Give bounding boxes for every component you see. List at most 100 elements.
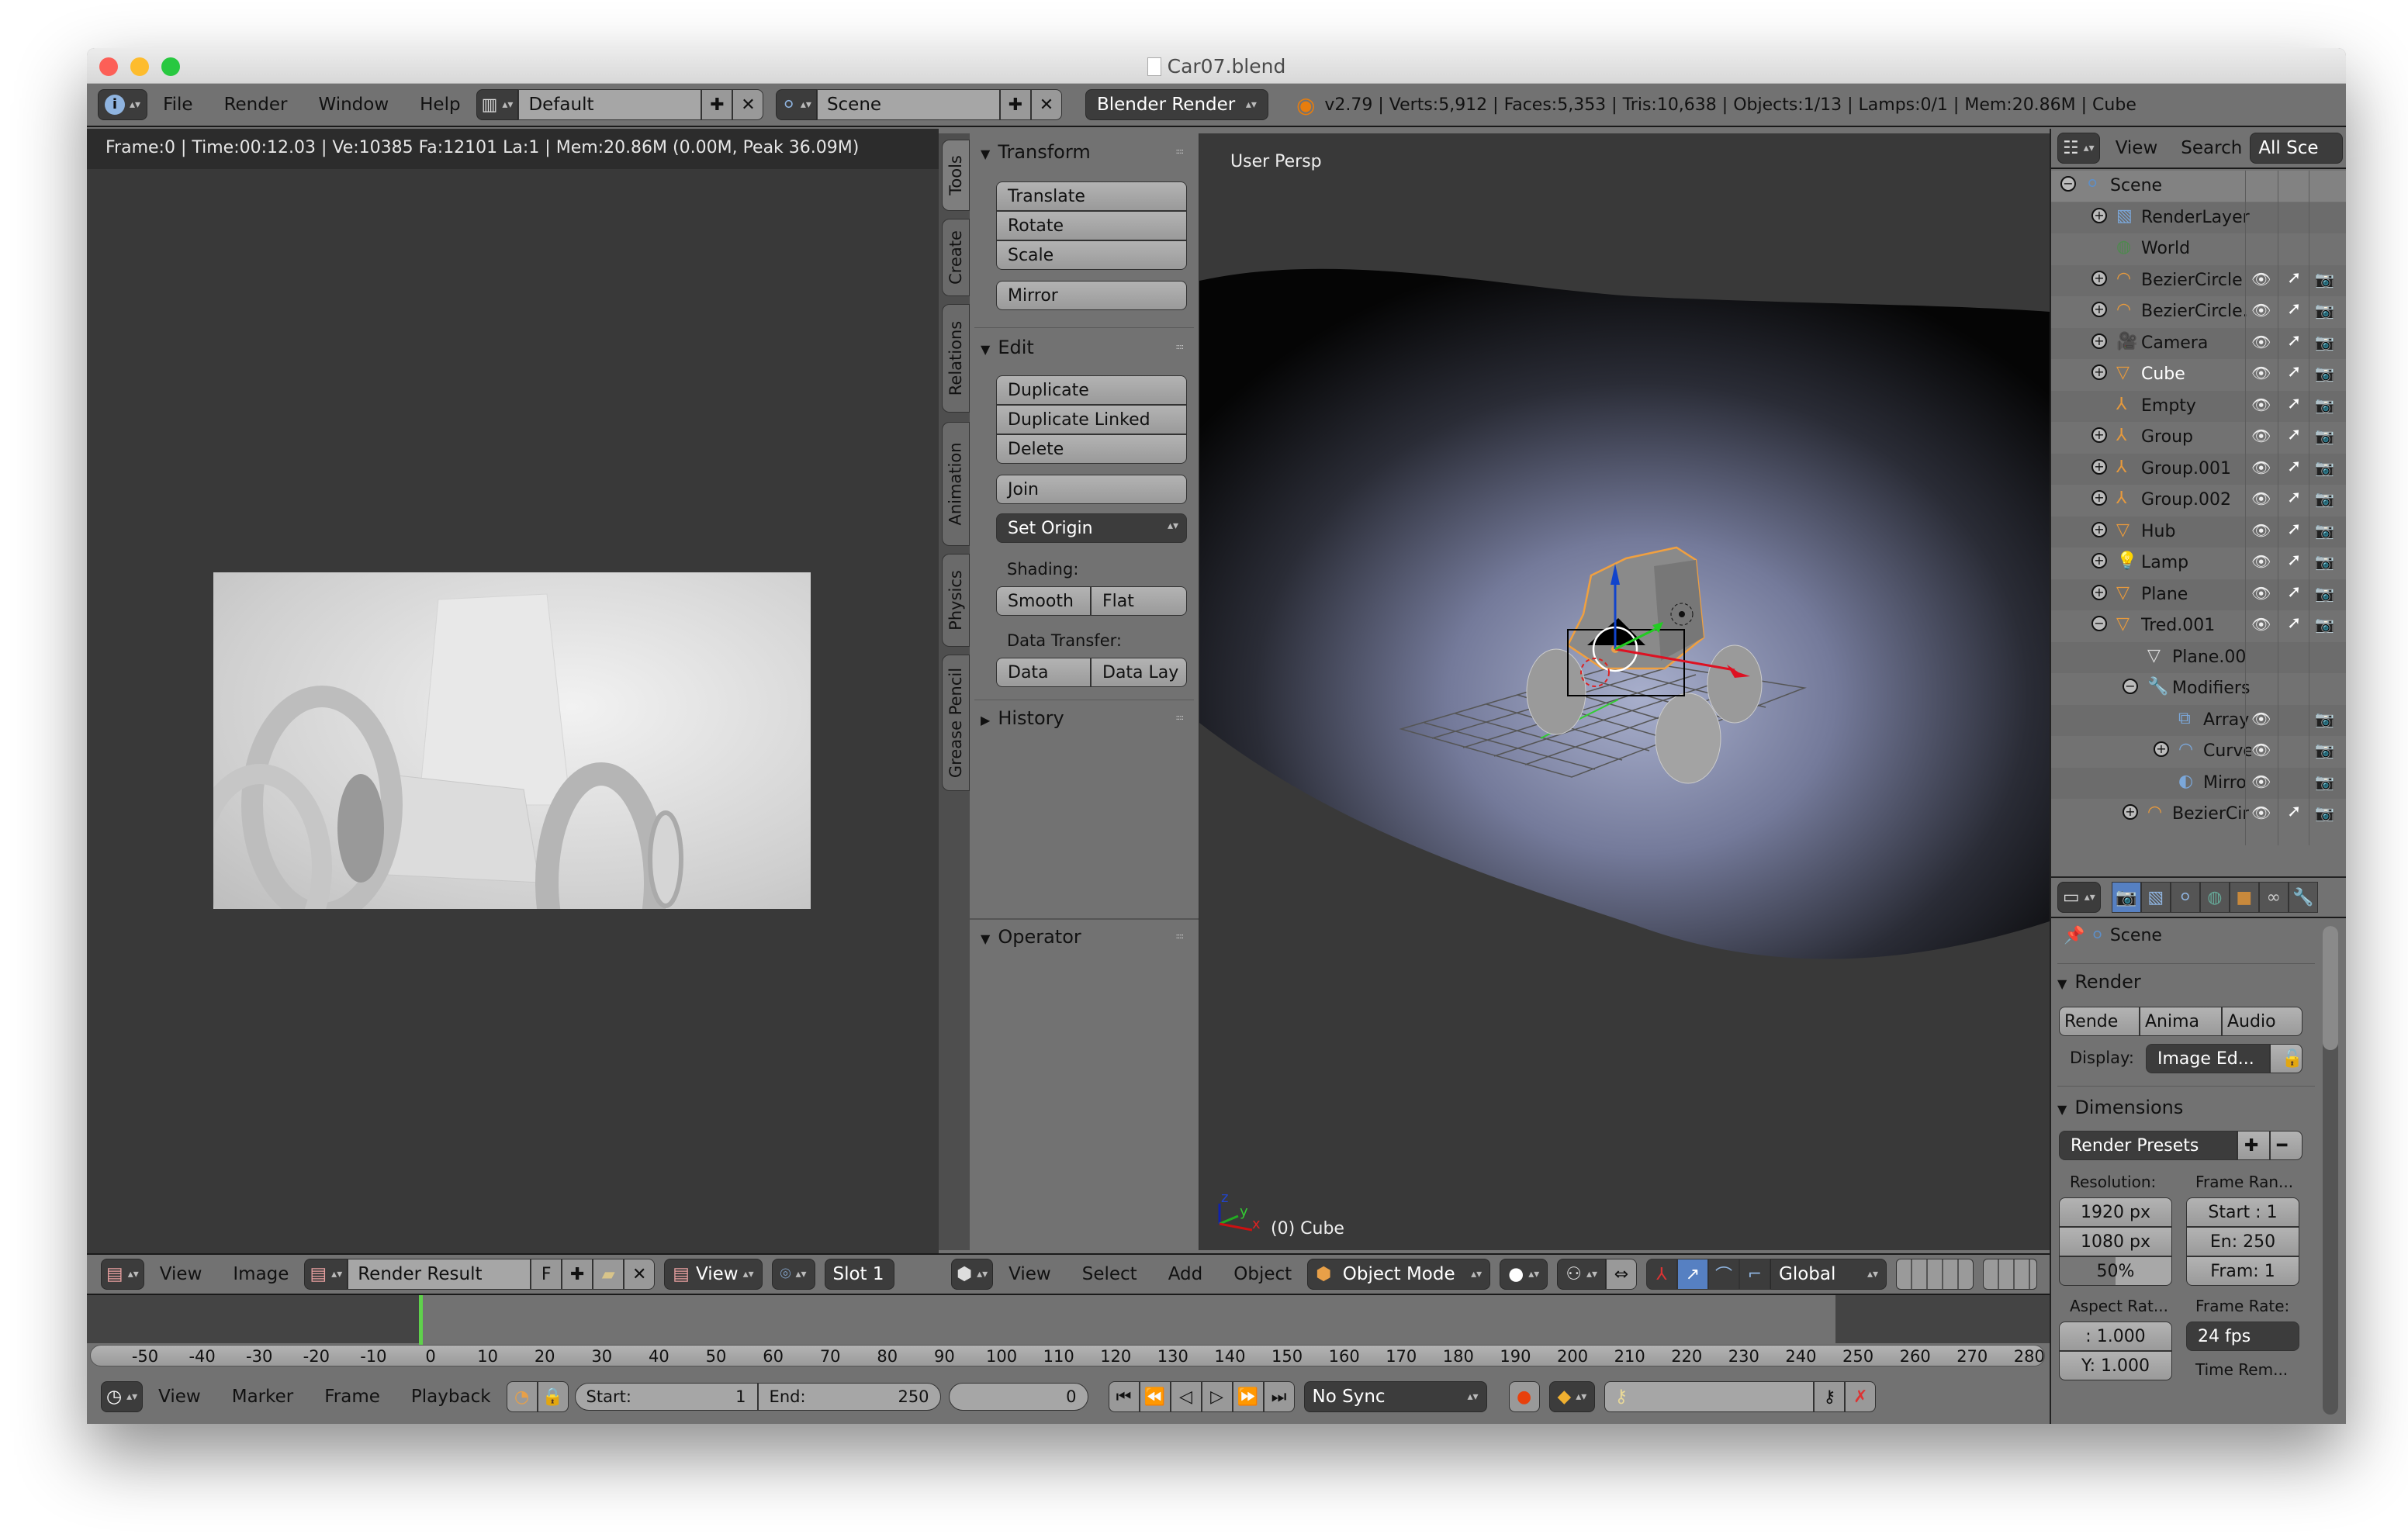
outliner-row[interactable]: ⅄ Empty 👁 ➚ 📷	[2051, 390, 2346, 422]
renderability-camera-icon[interactable]: 📷	[2315, 521, 2334, 540]
menu-help[interactable]: Help	[420, 95, 460, 115]
menu-search[interactable]: Search	[2181, 138, 2242, 158]
tab-animation[interactable]: Animation	[942, 422, 970, 546]
selectability-arrow-icon[interactable]: ➚	[2287, 551, 2301, 570]
expand-icon[interactable]: +	[2091, 490, 2107, 506]
scene-browse[interactable]: ⚪ ▴▾	[776, 89, 817, 120]
tab-tools[interactable]: Tools	[942, 140, 970, 211]
insert-keyframe-button[interactable]: ⚷	[1814, 1381, 1846, 1412]
renderability-camera-icon[interactable]: 📷	[2315, 396, 2334, 414]
renderability-camera-icon[interactable]: 📷	[2315, 458, 2334, 477]
operator-panel-header[interactable]: ▼ Operator	[981, 926, 1081, 948]
menu-marker[interactable]: Marker	[232, 1387, 294, 1407]
outliner-item-name[interactable]: World	[2141, 239, 2190, 258]
outliner-row[interactable]: ⧉ Array 👁 📷	[2051, 704, 2346, 736]
edit-panel-header[interactable]: ▼ Edit	[981, 337, 1034, 358]
tab-create[interactable]: Create	[942, 219, 970, 296]
menu-object[interactable]: Object	[1233, 1264, 1292, 1284]
renderability-camera-icon[interactable]: 📷	[2315, 364, 2334, 382]
timeline[interactable]: -50 -40 -30 -20 -10 0 10 20 30 40 50 60 70 80 90 100 110…	[87, 1295, 2050, 1424]
expand-icon[interactable]: +	[2123, 804, 2138, 820]
menu-playback[interactable]: Playback	[411, 1387, 491, 1407]
editor-type-properties-button[interactable]: ▭ ▴▾	[2057, 882, 2101, 913]
keying-mode-select[interactable]: ◆ ▴▾	[1548, 1381, 1596, 1412]
expand-icon[interactable]: +	[2091, 302, 2107, 317]
current-frame-field[interactable]: 0	[948, 1383, 1088, 1411]
renderability-camera-icon[interactable]: 📷	[2315, 489, 2334, 508]
transform-orientation-select[interactable]: Global ▴▾	[1770, 1259, 1887, 1290]
expand-icon[interactable]: +	[2091, 584, 2107, 600]
renderability-camera-icon[interactable]: 📷	[2315, 552, 2334, 571]
collapse-icon[interactable]: −	[2091, 616, 2107, 631]
menu-view[interactable]: View	[1009, 1264, 1051, 1284]
history-panel-header[interactable]: ▶ History	[981, 707, 1064, 729]
outliner-item-name[interactable]: Group.002	[2141, 490, 2231, 510]
outliner-item-name[interactable]: Modifiers	[2172, 679, 2250, 698]
translate-manipulator-button[interactable]: ↗	[1677, 1259, 1708, 1290]
editor-type-3d-button[interactable]: ⬢ ▴▾	[951, 1259, 994, 1290]
renderability-camera-icon[interactable]: 📷	[2315, 710, 2334, 728]
modifiers-context-tab[interactable]: 🔧	[2288, 882, 2318, 913]
data-layout-transfer-button[interactable]: Data Lay	[1091, 658, 1187, 687]
remove-preset-button[interactable]: ━	[2270, 1131, 2302, 1160]
outliner-row[interactable]: + ◠ BezierCir 👁 ➚ 📷	[2051, 799, 2346, 830]
resolution-percentage-slider[interactable]: 50%	[2059, 1256, 2172, 1286]
selectability-arrow-icon[interactable]: ➚	[2287, 394, 2301, 413]
aspect-y-field[interactable]: Y: 1.000	[2059, 1351, 2172, 1380]
scene-field[interactable]: Scene	[816, 89, 1000, 120]
menu-view[interactable]: View	[160, 1264, 202, 1284]
outliner-item-name[interactable]: BezierCircle	[2141, 271, 2243, 290]
dimensions-panel-header[interactable]: ▼ Dimensions	[2057, 1097, 2183, 1118]
selectability-arrow-icon[interactable]: ➚	[2287, 425, 2301, 444]
smooth-shading-button[interactable]: Smooth	[996, 586, 1091, 616]
outliner-row[interactable]: + ◠ BezierCircle 👁 ➚ 📷	[2051, 264, 2346, 296]
selectability-arrow-icon[interactable]: ➚	[2287, 802, 2301, 821]
interaction-mode-select[interactable]: ⬢ Object Mode ▴▾	[1307, 1259, 1491, 1290]
current-frame-indicator[interactable]	[419, 1295, 423, 1346]
outliner-item-name[interactable]: BezierCir	[2172, 804, 2249, 824]
frame-rate-select[interactable]: 24 fps	[2186, 1322, 2299, 1351]
scene-layers-grid-2[interactable]	[1983, 1259, 2037, 1290]
selectability-arrow-icon[interactable]: ➚	[2287, 520, 2301, 539]
outliner-row[interactable]: + 🎥 Camera 👁 ➚ 📷	[2051, 327, 2346, 359]
outliner-row[interactable]: + ◠ Curve 👁 📷	[2051, 736, 2346, 767]
jump-to-keyframe-back-button[interactable]: ⏪	[1139, 1381, 1171, 1412]
outliner-item-name[interactable]: Hub	[2141, 522, 2175, 541]
menu-select[interactable]: Select	[1082, 1264, 1137, 1284]
tab-relations[interactable]: Relations	[942, 304, 970, 413]
frame-end-field[interactable]: En: 250	[2186, 1227, 2299, 1256]
renderability-camera-icon[interactable]: 📷	[2315, 584, 2334, 603]
outliner-row[interactable]: + ◠ BezierCircle. 👁 ➚ 📷	[2051, 296, 2346, 327]
lock-interface-button[interactable]: 🔓	[2270, 1044, 2302, 1073]
outliner-item-name[interactable]: Camera	[2141, 333, 2208, 353]
screen-layout-browse[interactable]: ▥ ▴▾	[476, 89, 519, 120]
selectability-arrow-icon[interactable]: ➚	[2287, 299, 2301, 319]
duplicate-button[interactable]: Duplicate	[996, 375, 1187, 405]
renderability-camera-icon[interactable]: 📷	[2315, 301, 2334, 320]
outliner-item-name[interactable]: Curve	[2203, 741, 2251, 761]
visibility-eye-icon[interactable]: 👁	[2251, 333, 2271, 351]
render-audio-button[interactable]: Audio	[2222, 1007, 2302, 1036]
jump-to-end-button[interactable]: ⏭	[1263, 1381, 1295, 1412]
outliner-item-name[interactable]: Tred.001	[2141, 616, 2215, 635]
outliner-row[interactable]: ◐ Mirro 👁 📷	[2051, 767, 2346, 799]
editor-type-timeline-button[interactable]: ◷ ▴▾	[101, 1381, 144, 1412]
jump-to-start-button[interactable]: ⏮	[1108, 1381, 1140, 1412]
selectability-arrow-icon[interactable]: ➚	[2287, 362, 2301, 382]
outliner-item-name[interactable]: Plane	[2141, 585, 2188, 604]
auto-keying-button[interactable]: ●	[1508, 1381, 1540, 1412]
editor-type-image-button[interactable]: ▤ ▴▾	[101, 1259, 144, 1290]
display-channels-select[interactable]: ⌾ ▴▾	[771, 1259, 815, 1290]
visibility-eye-icon[interactable]: 👁	[2251, 396, 2271, 414]
expand-icon[interactable]: +	[2091, 364, 2107, 380]
menu-file[interactable]: File	[163, 95, 193, 115]
menu-window[interactable]: Window	[318, 95, 389, 115]
scrollbar-thumb[interactable]	[2323, 926, 2338, 1050]
panel-grip-icon[interactable]: ::::	[1176, 932, 1185, 941]
new-image-button[interactable]: ✚	[562, 1259, 593, 1290]
renderability-camera-icon[interactable]: 📷	[2315, 270, 2334, 288]
outliner-item-name[interactable]: Plane.00	[2172, 648, 2246, 667]
join-button[interactable]: Join	[996, 475, 1187, 504]
visibility-eye-icon[interactable]: 👁	[2251, 803, 2271, 822]
translate-button[interactable]: Translate	[996, 181, 1187, 211]
